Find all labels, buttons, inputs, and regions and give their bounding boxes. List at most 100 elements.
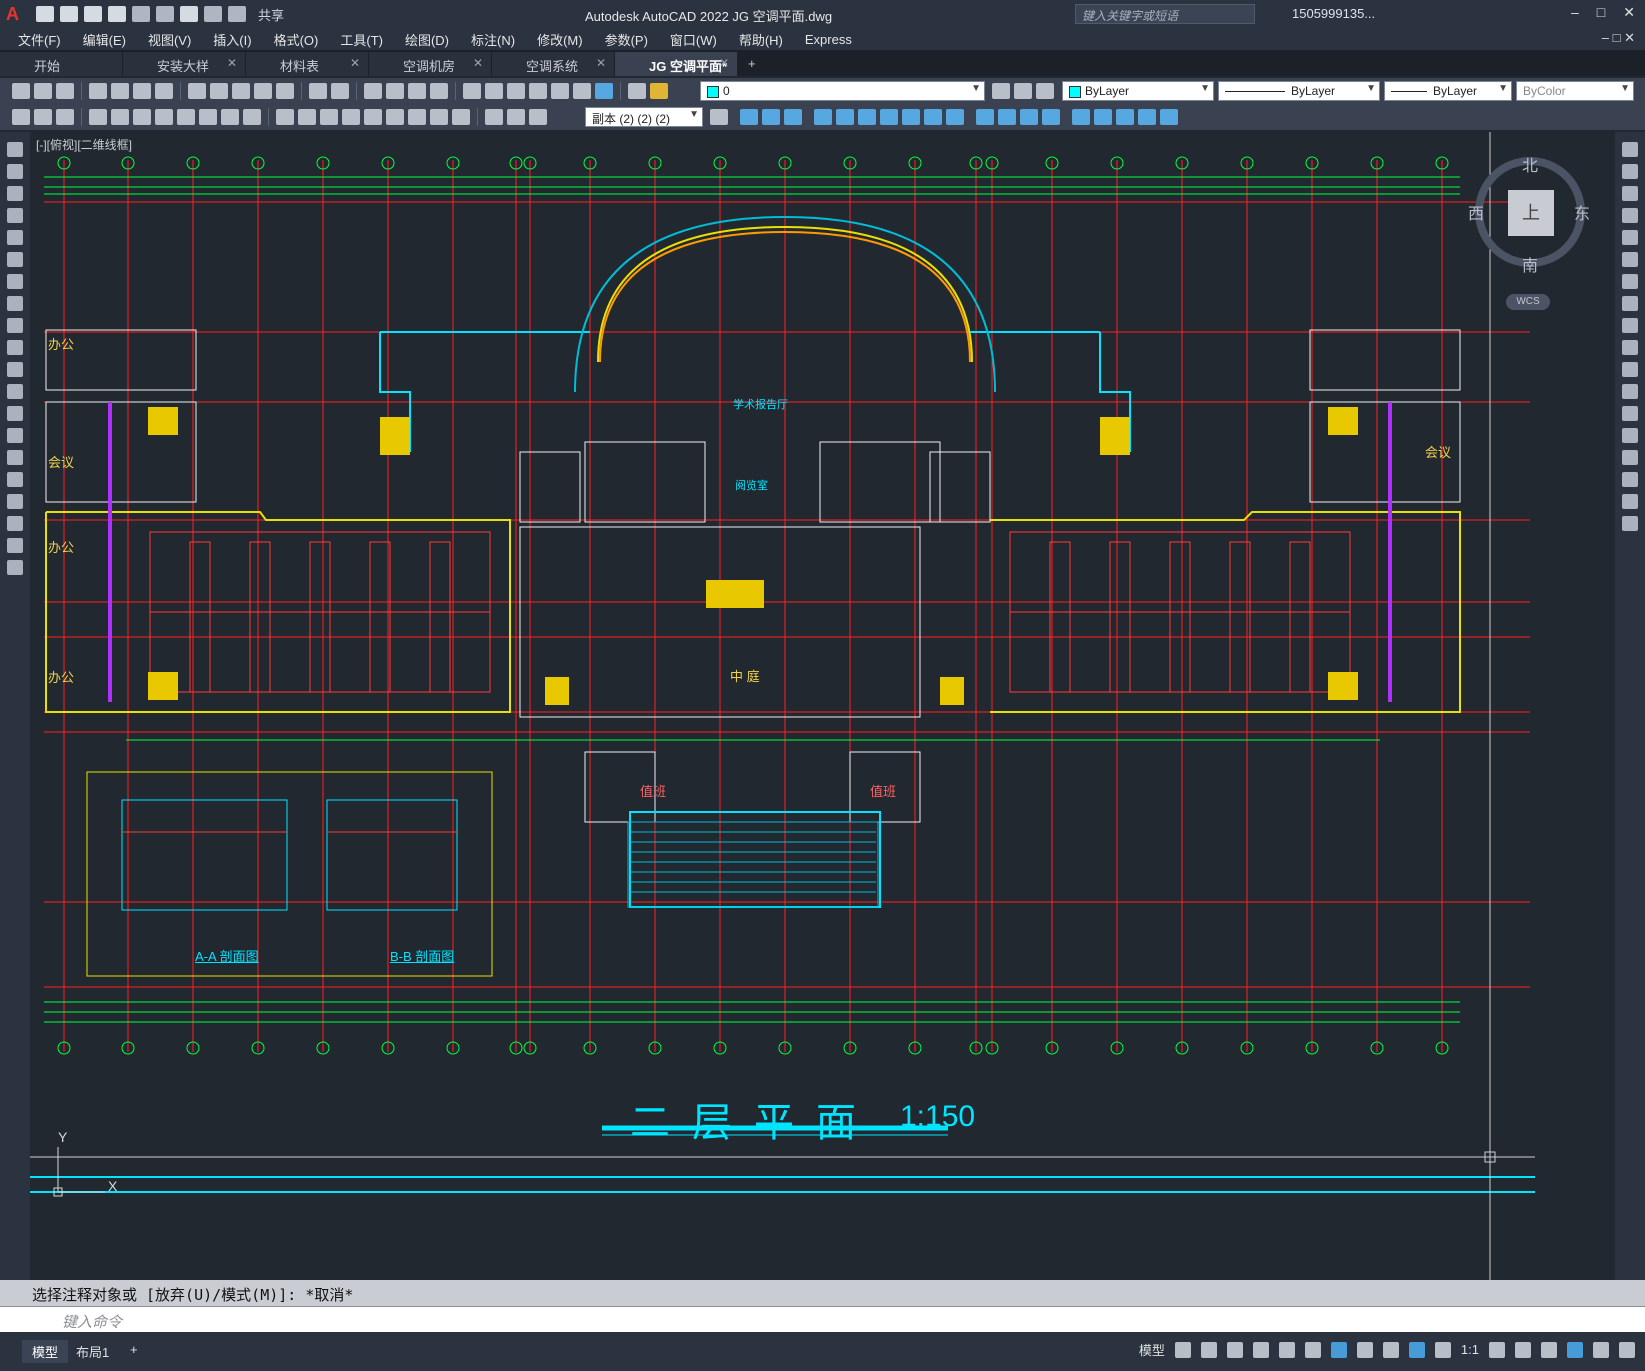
- save-icon[interactable]: [56, 83, 74, 99]
- layer-previous-icon[interactable]: [1014, 83, 1032, 99]
- layer-walk-icon[interactable]: [1036, 83, 1054, 99]
- table-icon[interactable]: [7, 516, 23, 531]
- save-web-icon[interactable]: [156, 6, 174, 22]
- ellipse-arc-icon[interactable]: [7, 362, 23, 377]
- point-icon[interactable]: [7, 428, 23, 443]
- polyline-icon[interactable]: [7, 186, 23, 201]
- jogged-dim-icon[interactable]: [199, 109, 217, 125]
- copy-object-icon[interactable]: [1622, 164, 1638, 179]
- drawing-canvas[interactable]: [-][俯视][二维线框] 上 北 南 东 西 WCS 办公 会议 办公 办公 …: [30, 132, 1615, 1280]
- dim-text-edit-icon[interactable]: [507, 109, 525, 125]
- compass-north[interactable]: 北: [1522, 152, 1538, 176]
- menu-help[interactable]: 帮助(H): [739, 30, 783, 49]
- inspection-icon[interactable]: [430, 109, 448, 125]
- compass-west[interactable]: 西: [1468, 200, 1484, 224]
- layer-combo[interactable]: 0 ▼: [700, 81, 985, 101]
- isolate-objects-icon[interactable]: [1541, 1341, 1557, 1358]
- close-icon[interactable]: ✕: [1623, 4, 1635, 21]
- stretch-icon[interactable]: [1622, 318, 1638, 333]
- match-properties-icon[interactable]: [254, 83, 272, 99]
- walk-icon[interactable]: [836, 109, 854, 125]
- lineweight-combo[interactable]: ByLayer ▼: [1384, 81, 1512, 101]
- quickcalc-icon[interactable]: [573, 83, 591, 99]
- viewcube-top-face[interactable]: 上: [1508, 190, 1554, 236]
- menu-format[interactable]: 格式(O): [274, 30, 319, 49]
- compass-east[interactable]: 东: [1574, 200, 1590, 224]
- move-icon[interactable]: [1622, 252, 1638, 267]
- ortho-icon[interactable]: [1226, 1341, 1243, 1358]
- menu-file[interactable]: 文件(F): [18, 30, 61, 49]
- scale-icon[interactable]: [1622, 296, 1638, 311]
- new-icon[interactable]: [12, 83, 30, 99]
- arc-icon[interactable]: [7, 252, 23, 267]
- tab-material-list[interactable]: 材料表 ✕: [246, 52, 369, 76]
- annotation-visibility-icon[interactable]: [1408, 1341, 1425, 1358]
- ucs-icon[interactable]: [1072, 109, 1090, 125]
- flatshot-icon[interactable]: [1020, 109, 1038, 125]
- baseline-dim-icon[interactable]: [298, 109, 316, 125]
- spline-icon[interactable]: [7, 318, 23, 333]
- circle-icon[interactable]: [7, 274, 23, 289]
- customization-menu-icon[interactable]: [1619, 1341, 1635, 1358]
- linetype-combo[interactable]: ByLayer ▼: [1218, 81, 1380, 101]
- wcs-menu[interactable]: WCS: [1506, 294, 1550, 310]
- new-tab-button[interactable]: +: [738, 52, 768, 76]
- user-account[interactable]: 1505999135...: [1292, 6, 1375, 21]
- aligned-dim-icon[interactable]: [111, 109, 129, 125]
- model-space-button[interactable]: 模型: [1139, 1340, 1165, 1359]
- continue-dim-icon[interactable]: [320, 109, 338, 125]
- make-current-layer-icon[interactable]: [992, 83, 1010, 99]
- save-icon[interactable]: [84, 6, 102, 22]
- add-layout-button[interactable]: +: [120, 1340, 148, 1359]
- diameter-dim-icon[interactable]: [221, 109, 239, 125]
- close-tab-icon[interactable]: ✕: [227, 56, 237, 70]
- menu-modify[interactable]: 修改(M): [537, 30, 583, 49]
- dim-break-icon[interactable]: [364, 109, 382, 125]
- layer-state-icon[interactable]: [650, 83, 668, 99]
- clean-screen-icon[interactable]: [1593, 1341, 1609, 1358]
- orbit-icon[interactable]: [814, 109, 832, 125]
- tolerance-icon[interactable]: [386, 109, 404, 125]
- paste-icon[interactable]: [232, 83, 250, 99]
- publish-icon[interactable]: [133, 83, 151, 99]
- zoom-previous-icon[interactable]: [430, 83, 448, 99]
- viewcube[interactable]: 上 北 南 东 西 WCS: [1468, 152, 1590, 310]
- polar-icon[interactable]: [1252, 1341, 1269, 1358]
- multileader-icon[interactable]: [56, 109, 74, 125]
- section-plane-icon[interactable]: [998, 109, 1016, 125]
- new-file-icon[interactable]: [36, 6, 54, 22]
- menu-express[interactable]: Express: [805, 32, 852, 47]
- workspace-icon[interactable]: [12, 109, 30, 125]
- ucs-world-icon[interactable]: [1094, 109, 1112, 125]
- array-icon[interactable]: [1622, 230, 1638, 245]
- close-tab-icon[interactable]: ✕: [596, 56, 606, 70]
- view-left-icon[interactable]: [784, 109, 802, 125]
- redo-icon[interactable]: [331, 83, 349, 99]
- view-top-icon[interactable]: [740, 109, 758, 125]
- menu-parametric[interactable]: 参数(P): [605, 30, 648, 49]
- doc-window-controls[interactable]: – □ ✕: [1602, 30, 1635, 46]
- view-front-icon[interactable]: [762, 109, 780, 125]
- revision-cloud-icon[interactable]: [7, 296, 23, 311]
- close-tab-icon[interactable]: ✕: [473, 56, 483, 70]
- polygon-icon[interactable]: [7, 208, 23, 223]
- angular-dim-icon[interactable]: [243, 109, 261, 125]
- menu-window[interactable]: 窗口(W): [670, 30, 717, 49]
- menu-edit[interactable]: 编辑(E): [83, 30, 126, 49]
- menu-view[interactable]: 视图(V): [148, 30, 191, 49]
- rotate-icon[interactable]: [1622, 274, 1638, 289]
- object-snap-icon[interactable]: [1330, 1341, 1347, 1358]
- explode-icon[interactable]: [1622, 516, 1638, 531]
- maximize-icon[interactable]: □: [1597, 4, 1605, 21]
- erase-icon[interactable]: [1622, 142, 1638, 157]
- layer-properties-icon[interactable]: [628, 83, 646, 99]
- add-selected-icon[interactable]: [7, 560, 23, 575]
- redo-icon[interactable]: [228, 6, 246, 22]
- undo-icon[interactable]: [204, 6, 222, 22]
- plot-icon[interactable]: [180, 6, 198, 22]
- lineweight-icon[interactable]: [1356, 1341, 1373, 1358]
- menu-tools[interactable]: 工具(T): [340, 30, 383, 49]
- mirror-icon[interactable]: [1622, 186, 1638, 201]
- object-snap-tracking-icon[interactable]: [1304, 1341, 1321, 1358]
- close-tab-icon[interactable]: ✕: [719, 56, 729, 70]
